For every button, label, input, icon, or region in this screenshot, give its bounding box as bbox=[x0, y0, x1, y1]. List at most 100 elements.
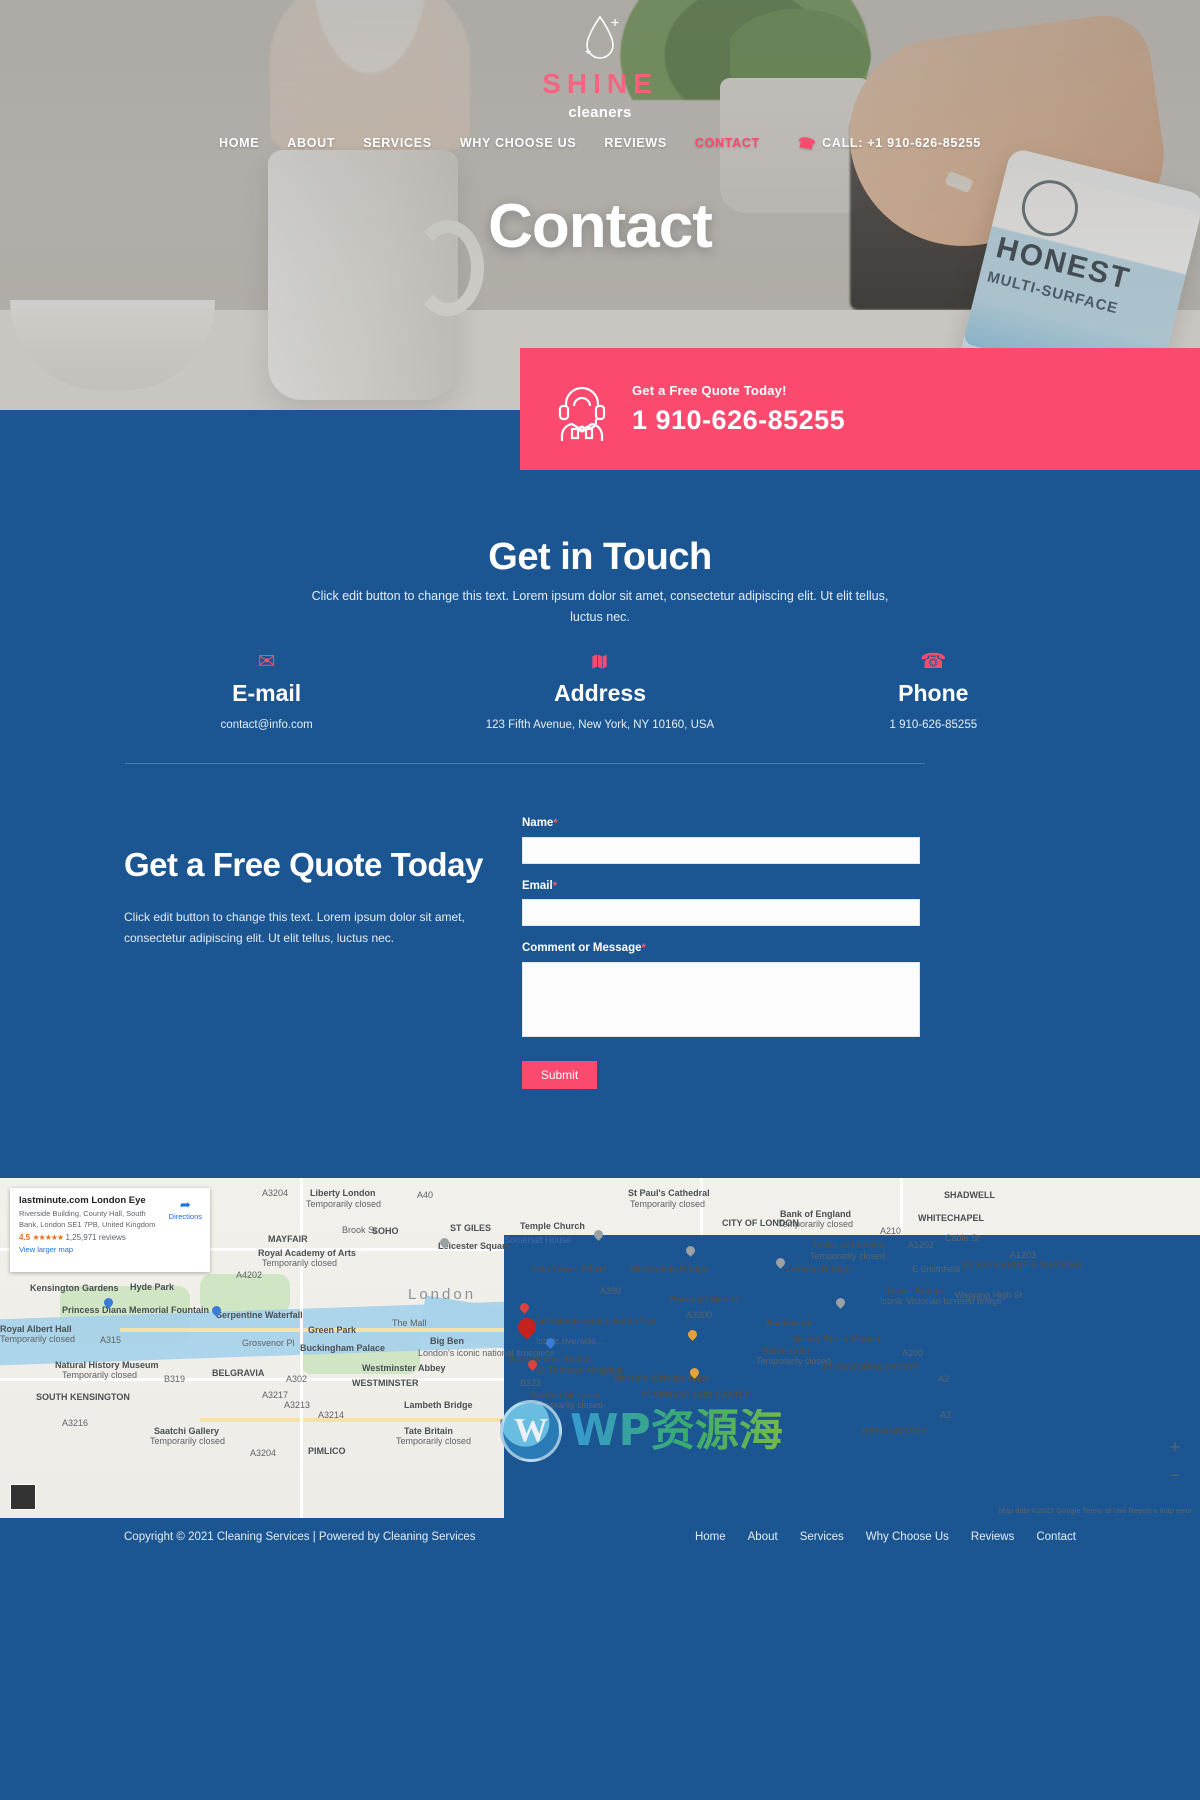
quote-description: Click edit button to change this text. L… bbox=[124, 910, 465, 945]
map-label: Liberty London bbox=[310, 1188, 376, 1198]
location-map[interactable]: PADDINGTONLiberty LondonTemporarily clos… bbox=[0, 1178, 1200, 1518]
message-textarea[interactable] bbox=[522, 961, 920, 1037]
map-label: Westminster Bridge bbox=[508, 1354, 593, 1364]
brand-name: SHINE bbox=[542, 68, 658, 99]
page-title: Contact bbox=[488, 192, 713, 261]
contact-card-title: E-mail bbox=[232, 680, 302, 706]
map-label: PIMLICO bbox=[308, 1446, 346, 1456]
map-label: ST KATHARINE & WAPPING bbox=[962, 1260, 1083, 1270]
contact-card-value: 123 Fifth Avenue, New York, NY 10160, US… bbox=[485, 719, 715, 731]
footer-navigation: Home About Services Why Choose Us Review… bbox=[695, 1531, 1076, 1544]
required-mark: * bbox=[641, 942, 646, 954]
map-label: Wapping High St bbox=[955, 1290, 1023, 1300]
map-label: A4202 bbox=[236, 1270, 263, 1280]
map-label: Somerset House bbox=[504, 1235, 1200, 1518]
map-label: A200 bbox=[902, 1348, 924, 1358]
map-label: BERMONDSEY bbox=[862, 1426, 927, 1436]
map-label: Oxo Tower Wharf bbox=[532, 1264, 606, 1274]
contact-card-value[interactable]: contact@info.com bbox=[100, 717, 433, 734]
site-header: SHINE cleaners HOME ABOUT SERVICES WHY C… bbox=[0, 0, 1200, 153]
water-drop-icon bbox=[0, 8, 1200, 70]
nav-item-contact[interactable]: CONTACT bbox=[695, 137, 760, 150]
contact-card-email: ✉ E-mail contact@info.com bbox=[100, 648, 433, 734]
map-card-rating: 4.5 ★★★★★ 1,25,971 reviews bbox=[19, 1232, 201, 1242]
map-label: Grosvenor Pl bbox=[242, 1338, 295, 1348]
footer-link-contact[interactable]: Contact bbox=[1036, 1531, 1076, 1544]
email-input[interactable] bbox=[522, 899, 920, 926]
required-mark: * bbox=[552, 879, 557, 892]
map-label: Westminster Abbey bbox=[362, 1363, 446, 1373]
map-label: SOUTH KENSINGTON bbox=[36, 1392, 130, 1402]
nav-item-home[interactable]: HOME bbox=[219, 137, 259, 150]
map-attribution: Map data ©2022 Google Terms of Use Repor… bbox=[998, 1505, 1192, 1515]
nav-item-reviews[interactable]: REVIEWS bbox=[604, 137, 667, 150]
nav-item-why-choose-us[interactable]: WHY CHOOSE US bbox=[460, 137, 577, 150]
map-label: London bbox=[408, 1286, 477, 1303]
get-in-touch-subtitle: Click edit button to change this text. L… bbox=[311, 589, 889, 624]
map-label: A3216 bbox=[62, 1418, 89, 1428]
footer-link-about[interactable]: About bbox=[748, 1531, 778, 1544]
map-label: SHADWELL bbox=[944, 1190, 995, 1200]
message-field-label: Comment or Message* bbox=[522, 942, 646, 954]
map-view-larger-link[interactable]: View larger map bbox=[19, 1246, 201, 1254]
footer-link-home[interactable]: Home bbox=[695, 1531, 726, 1544]
map-card-rating-value: 4.5 bbox=[19, 1232, 31, 1242]
map-label: Borough Market bbox=[670, 1294, 740, 1304]
map-label: Lambeth Bridge bbox=[404, 1400, 473, 1410]
map-label: A210 bbox=[880, 1226, 902, 1236]
footer-link-why-choose-us[interactable]: Why Choose Us bbox=[866, 1531, 949, 1544]
map-label: ELEPHANT AND CASTLE bbox=[642, 1390, 751, 1400]
nav-item-about[interactable]: ABOUT bbox=[287, 137, 335, 150]
nav-call-link[interactable]: ☎ CALL: +1 910-626-85255 bbox=[797, 134, 981, 153]
map-label: A3200 bbox=[686, 1310, 713, 1320]
map-label: Serpentine Waterfall bbox=[216, 1310, 303, 1320]
map-label: Temporarily closed bbox=[150, 1436, 226, 1446]
map-label: Tower of London bbox=[812, 1240, 885, 1250]
map-label: E Smithfield bbox=[912, 1264, 961, 1274]
map-label: Kensington Gardens bbox=[30, 1283, 119, 1293]
map-label: Temporarily closed bbox=[0, 1334, 76, 1344]
map-directions-button[interactable]: ➦ Directions bbox=[169, 1198, 202, 1221]
directions-arrow-icon: ➦ bbox=[179, 1197, 191, 1212]
map-label: The Mall bbox=[392, 1318, 427, 1328]
map-label: A3214 bbox=[318, 1410, 345, 1420]
map-zoom-in-button[interactable]: + bbox=[1164, 1436, 1186, 1458]
quote-form: Name* Email* Comment or Message* Submit bbox=[522, 817, 920, 1089]
submit-button[interactable]: Submit bbox=[522, 1060, 597, 1089]
map-label: St Thomas' Hospital bbox=[536, 1365, 623, 1375]
map-label: A2 bbox=[938, 1374, 950, 1384]
map-label: A201 bbox=[702, 1410, 724, 1420]
quote-heading: Get a Free Quote Today bbox=[124, 846, 483, 883]
map-label: MAYFAIR bbox=[268, 1234, 308, 1244]
name-input[interactable] bbox=[522, 836, 920, 864]
map-label: Temporarily closed bbox=[810, 1251, 886, 1261]
map-icon bbox=[433, 648, 766, 676]
map-label: ST GILES bbox=[450, 1223, 492, 1233]
map-label: Millennium Bridge bbox=[630, 1264, 709, 1274]
free-quote-phone[interactable]: 1 910-626-85255 bbox=[632, 407, 845, 434]
footer-link-services[interactable]: Services bbox=[800, 1531, 844, 1544]
contact-page: HONEST MULTI-SURFACE SHINE cleaners HOME bbox=[0, 0, 1200, 1800]
footer-link-reviews[interactable]: Reviews bbox=[971, 1531, 1014, 1544]
map-label: WHITECHAPEL bbox=[918, 1213, 984, 1223]
contact-card-value[interactable]: 1 910-626-85255 bbox=[767, 717, 1100, 734]
map-label: Temporarily closed bbox=[528, 1400, 604, 1410]
map-label: Temporarily closed bbox=[396, 1436, 472, 1446]
map-label: A1202 bbox=[908, 1240, 935, 1250]
brand-tagline: cleaners bbox=[568, 104, 632, 121]
map-label: B319 bbox=[164, 1374, 186, 1384]
nav-item-services[interactable]: SERVICES bbox=[363, 137, 432, 150]
email-field-label: Email* bbox=[522, 879, 557, 892]
contact-card-address: Address 123 Fifth Avenue, New York, NY 1… bbox=[433, 648, 766, 734]
map-label: A40 bbox=[417, 1190, 434, 1200]
brand-logo[interactable]: SHINE cleaners bbox=[0, 0, 1200, 120]
map-label: CITY OF LONDON bbox=[722, 1218, 799, 1228]
map-zoom-out-button[interactable]: − bbox=[1164, 1464, 1186, 1486]
map-info-card[interactable]: lastminute.com London Eye Riverside Buil… bbox=[10, 1188, 210, 1272]
quote-intro: Get a Free Quote Today Click edit button… bbox=[124, 845, 484, 948]
map-street-view-thumbnail[interactable] bbox=[10, 1484, 36, 1510]
site-footer: Copyright © 2021 Cleaning Services | Pow… bbox=[0, 1518, 1200, 1800]
contact-cards: ✉ E-mail contact@info.com Address 123 Fi… bbox=[100, 648, 1100, 734]
free-quote-banner[interactable]: Get a Free Quote Today! 1 910-626-85255 bbox=[520, 348, 1200, 470]
contact-card-title: Phone bbox=[898, 680, 969, 706]
